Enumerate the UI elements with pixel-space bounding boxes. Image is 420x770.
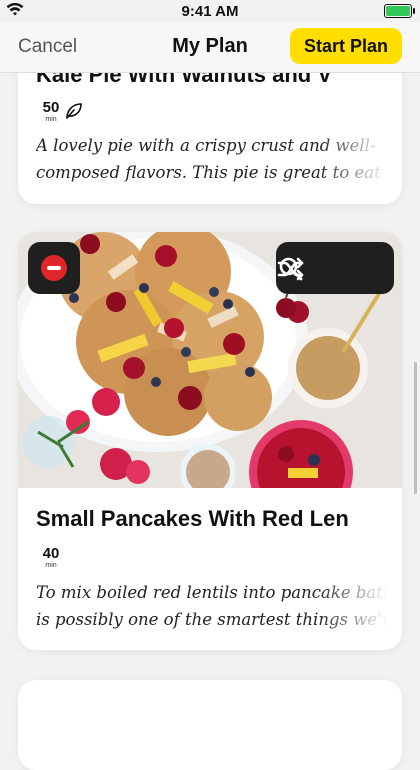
recipe-title: Small Pancakes With Red Len bbox=[36, 506, 349, 531]
nav-bar: Cancel My Plan Start Plan bbox=[0, 22, 420, 73]
cook-time: 50 min bbox=[36, 100, 66, 124]
recipe-card-placeholder[interactable] bbox=[18, 680, 402, 770]
cook-time-value: 50 bbox=[42, 99, 60, 116]
cook-time-unit: min bbox=[45, 116, 57, 123]
recipe-tools bbox=[276, 242, 394, 294]
battery-icon bbox=[384, 4, 415, 18]
recipe-photo bbox=[18, 232, 402, 488]
cook-time-value: 40 bbox=[42, 545, 60, 562]
scrollbar[interactable] bbox=[414, 362, 417, 494]
search-icon[interactable] bbox=[276, 254, 306, 284]
recipe-description: A lovely pie with a crispy crust and wel… bbox=[36, 132, 388, 186]
remove-recipe-button[interactable] bbox=[28, 242, 80, 294]
minus-icon bbox=[41, 255, 67, 281]
recipe-card-pancakes[interactable]: Small Pancakes With Red Len 40 min To mi… bbox=[18, 232, 402, 650]
status-bar: 9:41 AM bbox=[0, 0, 420, 22]
cook-time-unit: min bbox=[45, 562, 57, 569]
start-plan-button[interactable]: Start Plan bbox=[289, 28, 402, 64]
leaf-icon bbox=[66, 103, 82, 119]
cook-time: 40 min bbox=[36, 546, 66, 570]
status-time: 9:41 AM bbox=[181, 3, 239, 20]
recipe-description: To mix boiled red lentils into pancake b… bbox=[36, 579, 388, 633]
